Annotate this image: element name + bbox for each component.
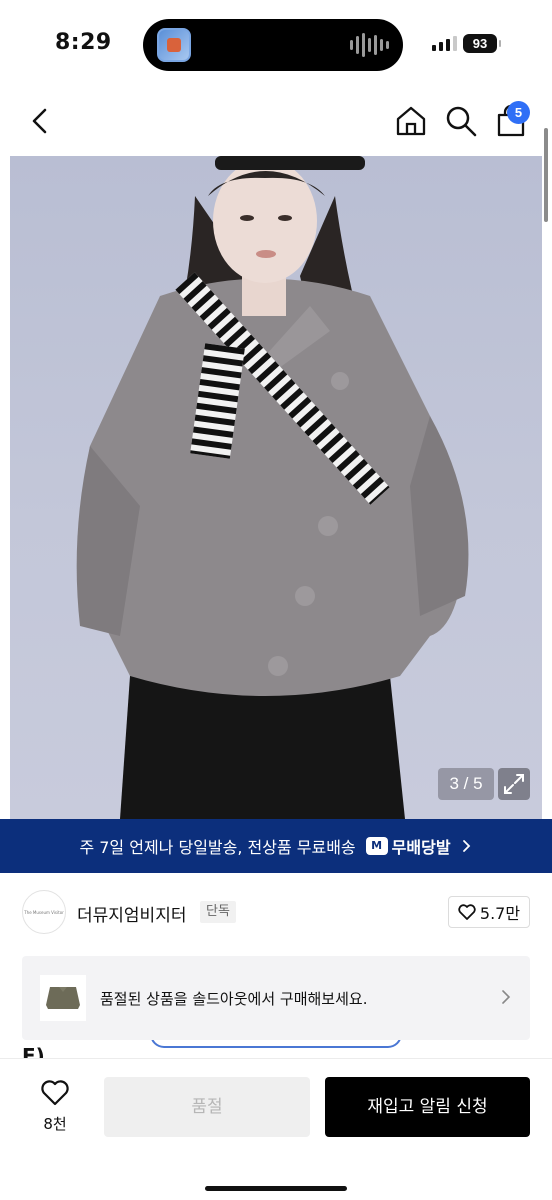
top-nav	[0, 90, 552, 156]
banner-brand: 무배당발	[391, 838, 451, 857]
image-counter: 3 / 5	[438, 768, 494, 800]
soldout-button: 품절	[104, 1077, 310, 1137]
brand-name[interactable]: 더뮤지엄비지터	[77, 901, 186, 926]
product-image[interactable]	[10, 156, 542, 819]
mubaedangbal-badge: M	[365, 837, 388, 855]
status-bar: 8:29 93	[0, 0, 552, 90]
audio-wave-icon	[350, 33, 389, 57]
home-indicator	[205, 1186, 347, 1191]
restock-alert-button[interactable]: 재입고 알림 신청	[325, 1077, 530, 1137]
brand-like-count: 5.7만	[479, 904, 521, 923]
battery-icon: 93	[463, 34, 501, 53]
chevron-right-icon	[502, 990, 511, 1004]
search-icon[interactable]	[444, 104, 478, 138]
status-time: 8:29	[55, 30, 112, 55]
chevron-right-icon	[462, 840, 470, 852]
heart-icon	[41, 1080, 69, 1106]
expand-icon[interactable]	[498, 768, 530, 800]
wishlist-count: 8천	[43, 1115, 67, 1133]
now-playing-app-icon	[157, 28, 191, 62]
banner-text: 주 7일 언제나 당일발송, 전상품 무료배송	[79, 838, 356, 857]
cart-count-badge: 5	[507, 101, 530, 124]
brand-logo[interactable]: The Museum Visitor	[22, 890, 66, 934]
product-thumbnail	[40, 975, 86, 1021]
signal-icon	[432, 36, 457, 51]
product-photo	[76, 156, 469, 819]
wishlist-button[interactable]: 8천	[30, 1079, 80, 1134]
partial-text: F)	[22, 1044, 45, 1058]
dynamic-island[interactable]	[143, 19, 403, 71]
back-arrow-icon[interactable]	[24, 104, 58, 138]
scroll-indicator	[544, 128, 548, 222]
free-shipping-banner[interactable]: 주 7일 언제나 당일발송, 전상품 무료배송 M 무배당발	[0, 819, 552, 873]
brand-row: The Museum Visitor 더뮤지엄비지터 단독 5.7만	[0, 873, 552, 953]
soldout-promo-card[interactable]: 품절된 상품을 솔드아웃에서 구매해보세요.	[22, 956, 530, 1040]
bottom-action-bar: 8천 품절 재입고 알림 신청	[0, 1058, 552, 1200]
home-icon[interactable]	[394, 104, 428, 138]
soldout-promo-text: 품절된 상품을 솔드아웃에서 구매해보세요.	[100, 990, 368, 1008]
exclusive-tag: 단독	[200, 901, 236, 923]
heart-icon	[458, 904, 476, 920]
mubaedangbal-logo: M 무배당발	[365, 834, 451, 858]
brand-like-button[interactable]: 5.7만	[448, 896, 530, 928]
